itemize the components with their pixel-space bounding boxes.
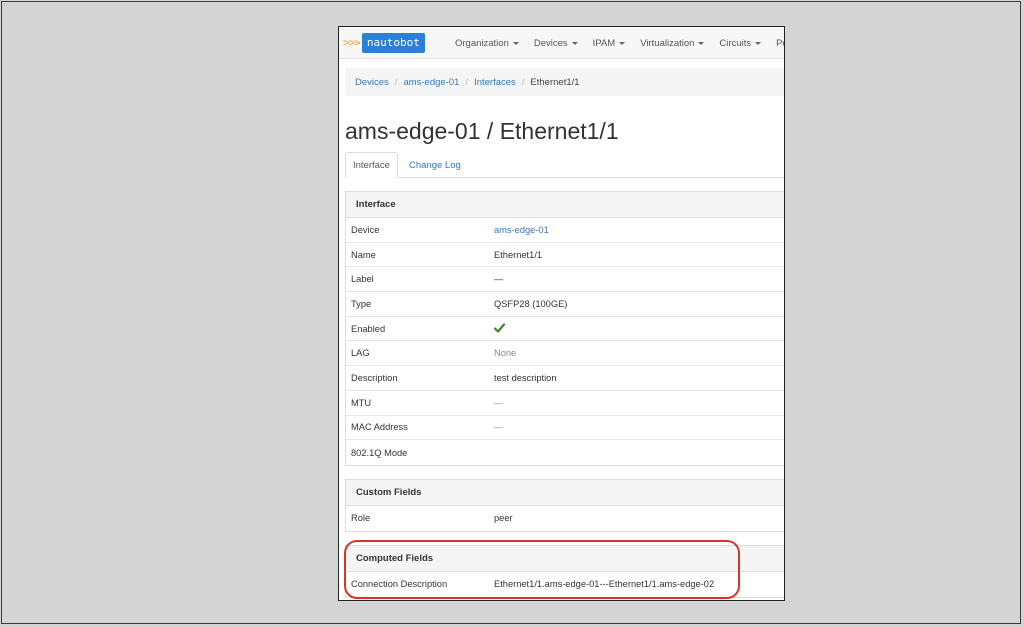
row-value: None: [494, 348, 517, 359]
row-label: Name: [351, 249, 376, 260]
row-value: peer: [494, 513, 513, 524]
breadcrumb: Devices / ams-edge-01 / Interfaces / Eth…: [345, 68, 784, 96]
brand-logo[interactable]: >>> nautobot: [343, 32, 425, 53]
row-value: —: [494, 274, 504, 285]
row-value: —: [494, 397, 504, 408]
table-row: Type QSFP28 (100GE): [346, 292, 784, 317]
brand-chevrons-icon: >>>: [343, 36, 361, 49]
caret-down-icon: [755, 41, 762, 45]
row-label: Description: [351, 372, 398, 383]
tab-change-log[interactable]: Change Log: [402, 152, 468, 178]
nav-label: IPAM: [592, 37, 616, 49]
row-label: Device: [351, 224, 380, 235]
page-title: ams-edge-01 / Ethernet1/1: [345, 118, 619, 144]
caret-down-icon: [512, 41, 519, 45]
row-value: —: [494, 422, 504, 433]
table-row: 802.1Q Mode: [346, 440, 784, 465]
nav-virtualization[interactable]: Virtualization: [640, 37, 705, 49]
navbar: >>> nautobot Organization Devices IPAM V…: [339, 27, 784, 59]
browser-screenshot: >>> nautobot Organization Devices IPAM V…: [338, 26, 785, 601]
nav-menu: Organization Devices IPAM Virtualization…: [455, 27, 784, 59]
row-label: Connection Description: [351, 579, 448, 590]
breadcrumb-current: Ethernet1/1: [530, 76, 580, 88]
breadcrumb-separator: /: [521, 76, 525, 88]
tabs: Interface Change Log: [345, 152, 784, 178]
row-value: Ethernet1/1.ams-edge-01---Ethernet1/1.am…: [494, 579, 715, 590]
table-row: Description test description: [346, 366, 784, 391]
table-row: Device ams-edge-01: [346, 218, 784, 243]
breadcrumb-separator: /: [394, 76, 398, 88]
row-value: test description: [494, 372, 557, 383]
panel-heading: Computed Fields: [346, 546, 784, 572]
nav-devices[interactable]: Devices: [534, 38, 578, 49]
caret-down-icon: [571, 41, 578, 45]
table-row: MTU —: [346, 391, 784, 416]
breadcrumb-separator: /: [465, 76, 469, 88]
computed-fields-panel: Computed Fields Connection Description E…: [345, 545, 784, 598]
row-value: QSFP28 (100GE): [494, 298, 568, 309]
interface-panel: Interface Device ams-edge-01 Name Ethern…: [345, 191, 784, 466]
device-link[interactable]: ams-edge-01: [494, 225, 784, 235]
table-row: Enabled: [346, 317, 784, 342]
breadcrumb-devices[interactable]: Devices: [355, 77, 389, 88]
table-row: MAC Address —: [346, 416, 784, 441]
row-label: Enabled: [351, 323, 386, 334]
custom-fields-panel: Custom Fields Role peer: [345, 479, 784, 532]
nav-label: Virtualization: [640, 37, 695, 49]
caret-down-icon: [619, 41, 626, 45]
nav-power[interactable]: Po: [776, 37, 784, 49]
tab-interface[interactable]: Interface: [345, 152, 398, 178]
row-value: [493, 322, 784, 335]
nav-label: Po: [776, 37, 784, 49]
caret-down-icon: [698, 41, 705, 45]
row-label: 802.1Q Mode: [351, 447, 408, 458]
row-value: Ethernet1/1: [494, 249, 543, 260]
nav-circuits[interactable]: Circuits: [719, 37, 762, 49]
breadcrumb-interfaces[interactable]: Interfaces: [474, 77, 516, 88]
table-row: Connection Description Ethernet1/1.ams-e…: [346, 572, 784, 597]
table-row: LAG None: [346, 341, 784, 367]
breadcrumb-device[interactable]: ams-edge-01: [403, 77, 459, 88]
table-row: Label —: [346, 267, 784, 293]
nav-label: Devices: [533, 37, 568, 49]
brand-name: nautobot: [361, 32, 425, 53]
row-label: MTU: [351, 397, 372, 408]
nav-label: Organization: [455, 37, 509, 49]
nav-organization[interactable]: Organization: [455, 38, 519, 49]
panel-heading: Custom Fields: [346, 480, 784, 506]
row-label: MAC Address: [351, 422, 408, 433]
row-label: Role: [351, 513, 371, 524]
table-row: Role peer: [346, 506, 784, 531]
row-label: Label: [351, 274, 374, 285]
panel-heading: Interface: [346, 192, 784, 218]
check-icon: [493, 322, 506, 335]
table-row: Name Ethernet1/1: [346, 243, 784, 268]
nav-label: Circuits: [719, 37, 752, 49]
nav-ipam[interactable]: IPAM: [593, 38, 626, 49]
row-label: Type: [351, 298, 372, 309]
row-label: LAG: [351, 348, 370, 359]
